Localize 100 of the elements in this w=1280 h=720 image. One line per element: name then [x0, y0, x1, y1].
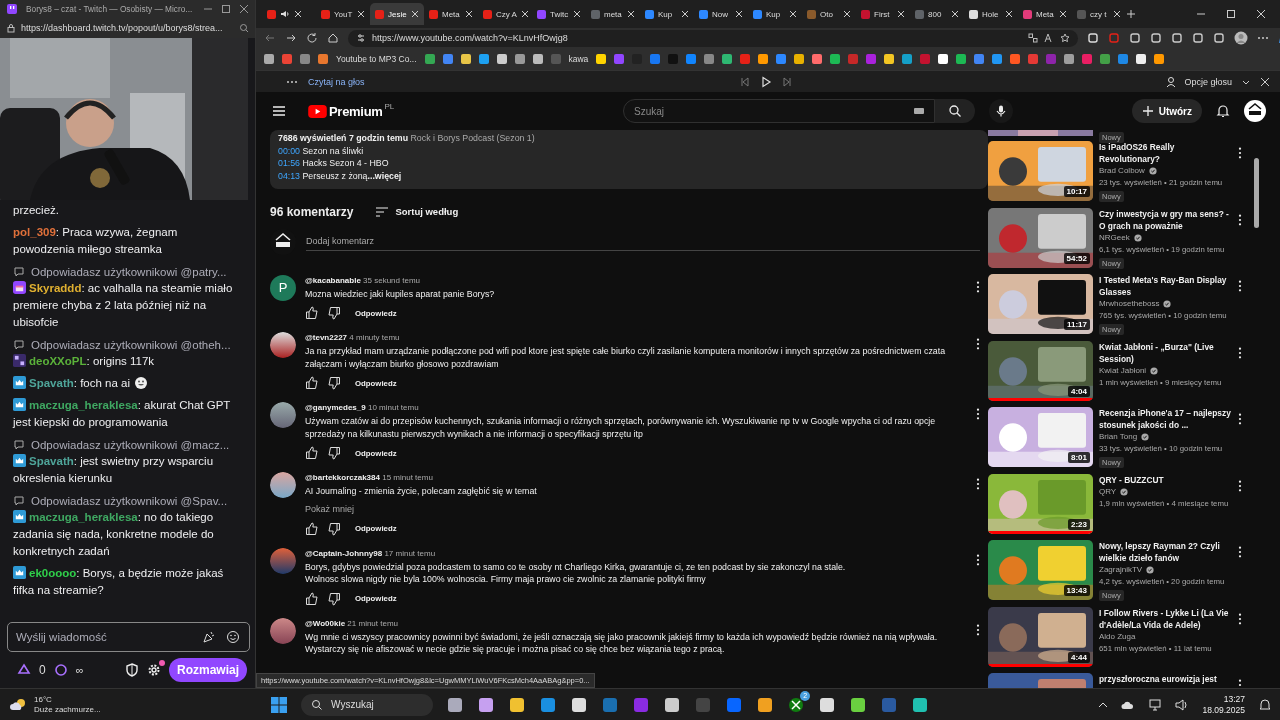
comment-time[interactable]: 4 minuty temu — [349, 333, 400, 343]
close-icon[interactable] — [1113, 10, 1121, 18]
browser-tab[interactable]: Meta — [1018, 3, 1072, 25]
close-icon[interactable] — [681, 10, 689, 18]
avatar[interactable]: P — [270, 274, 296, 301]
close-icon[interactable] — [951, 10, 959, 18]
channel-name[interactable]: NRGeek — [1099, 231, 1130, 244]
video-title[interactable]: przyszłoroczna eurowizja jest — [1099, 673, 1217, 685]
date-label[interactable]: 18.09.2025 — [1202, 704, 1245, 716]
show-less-link[interactable]: Pokaż mniej — [305, 503, 355, 514]
search-button[interactable] — [935, 99, 975, 123]
more-icon[interactable] — [976, 338, 980, 351]
browser-tab[interactable]: First — [856, 3, 910, 25]
channel-name[interactable]: Brad Colbow — [1099, 165, 1145, 177]
browser-tab[interactable]: czy t — [1072, 3, 1126, 25]
network-icon[interactable] — [1148, 697, 1163, 712]
close-icon[interactable] — [1005, 10, 1013, 18]
chat-button[interactable]: Rozmawiaj — [169, 658, 247, 682]
avatar[interactable] — [270, 617, 296, 644]
close-icon[interactable] — [1059, 10, 1067, 18]
home-icon[interactable] — [327, 32, 339, 44]
browser-tab[interactable]: 800 — [910, 3, 964, 25]
show-more-link[interactable]: ...więcej — [367, 171, 402, 182]
bookmark-icon[interactable] — [1154, 54, 1165, 64]
dislike-icon[interactable] — [327, 376, 341, 391]
profile-avatar[interactable] — [1234, 31, 1248, 45]
maximize-icon[interactable] — [1226, 9, 1236, 19]
comment-time[interactable]: 15 minut temu — [382, 473, 433, 483]
search-field[interactable]: Wyszukaj — [301, 693, 434, 716]
avatar[interactable] — [270, 332, 296, 359]
zoom-icon[interactable] — [239, 23, 249, 33]
close-icon[interactable] — [1256, 9, 1266, 19]
refresh-icon[interactable] — [306, 32, 318, 44]
bookmark-icon[interactable] — [532, 54, 543, 64]
more-icon[interactable] — [1238, 413, 1242, 425]
more-icon[interactable] — [976, 280, 980, 293]
logo-text[interactable]: Premium — [329, 103, 383, 119]
site-settings-icon[interactable] — [356, 33, 366, 43]
extension-icon[interactable] — [1150, 32, 1162, 44]
video-title[interactable]: Recenzja iPhone'a 17 – najlepszy stosunek jakości do ... — [1099, 407, 1232, 431]
close-icon[interactable] — [357, 10, 365, 18]
like-icon[interactable] — [305, 591, 319, 606]
app-icon[interactable] — [818, 695, 837, 714]
shield-icon[interactable] — [125, 663, 139, 677]
bell-icon[interactable] — [1216, 104, 1230, 118]
settings-icon[interactable] — [147, 663, 161, 677]
comment-time[interactable]: 10 minut temu — [367, 403, 419, 413]
scrollbar[interactable] — [1254, 158, 1259, 228]
new-tab-icon[interactable] — [1126, 9, 1136, 19]
comment-author[interactable]: @bartekkorczak384 — [305, 473, 380, 483]
dislike-icon[interactable] — [327, 306, 341, 321]
more-icon[interactable] — [1238, 479, 1242, 492]
close-icon[interactable] — [789, 10, 797, 18]
close-icon[interactable] — [843, 10, 851, 18]
comment-author[interactable]: @kacabanable — [305, 275, 361, 285]
more-icon[interactable] — [1238, 147, 1242, 159]
app-icon[interactable] — [849, 695, 868, 714]
more-icon[interactable] — [1238, 280, 1242, 292]
bookmark-icon[interactable] — [460, 54, 471, 64]
timestamp-link[interactable]: 04:13 — [278, 171, 300, 182]
youtube-logo-icon[interactable] — [308, 104, 327, 118]
like-icon[interactable] — [305, 306, 319, 321]
start-icon[interactable] — [270, 695, 289, 714]
browser-tab[interactable]: Czy A — [478, 3, 532, 25]
next-icon[interactable] — [781, 76, 792, 87]
browser-tab[interactable]: Now — [694, 3, 748, 25]
dislike-icon[interactable] — [327, 446, 341, 461]
menu-icon[interactable] — [272, 104, 286, 118]
browser-tab[interactable]: Oto — [802, 3, 856, 25]
app-icon[interactable] — [570, 695, 589, 714]
channel-avatar[interactable] — [1244, 100, 1266, 122]
timestamp-link[interactable]: 01:56 — [278, 158, 300, 169]
browser-tab[interactable]: YouT — [316, 3, 370, 25]
speaker-icon[interactable] — [1175, 697, 1190, 712]
more-icon[interactable] — [1238, 346, 1242, 359]
more-icon[interactable] — [976, 553, 980, 566]
close-icon[interactable] — [411, 10, 419, 18]
bookmark[interactable]: kawa — [568, 54, 589, 64]
comment-time[interactable]: 21 minut temu — [347, 618, 399, 628]
read-aloud-icon[interactable] — [1044, 33, 1054, 43]
timer-icon[interactable] — [53, 663, 68, 677]
close-icon[interactable] — [294, 10, 302, 18]
close-icon[interactable] — [465, 10, 473, 18]
bookmark-icon[interactable] — [938, 54, 949, 64]
maximize-icon[interactable] — [221, 4, 231, 14]
extension-icon[interactable] — [1171, 32, 1183, 44]
points-icon[interactable] — [17, 663, 31, 677]
more-icon[interactable] — [1238, 679, 1242, 688]
timestamp-link[interactable]: 00:00 — [278, 145, 300, 156]
browser-tab[interactable]: Jesie — [370, 3, 424, 25]
app-icon[interactable] — [663, 695, 682, 714]
xbox-icon[interactable] — [787, 695, 806, 714]
close-icon[interactable] — [520, 10, 529, 18]
extension-icon[interactable] — [1192, 32, 1204, 44]
like-icon[interactable] — [305, 376, 319, 391]
channel-name[interactable]: QRY — [1099, 485, 1117, 498]
channel-name[interactable]: Aldo Zuga — [1099, 630, 1136, 643]
back-icon[interactable] — [264, 32, 276, 44]
video-title[interactable]: Is iPadOS26 Really Revolutionary? — [1099, 141, 1232, 165]
message-field[interactable]: Wyślij wiadomość — [7, 622, 250, 652]
